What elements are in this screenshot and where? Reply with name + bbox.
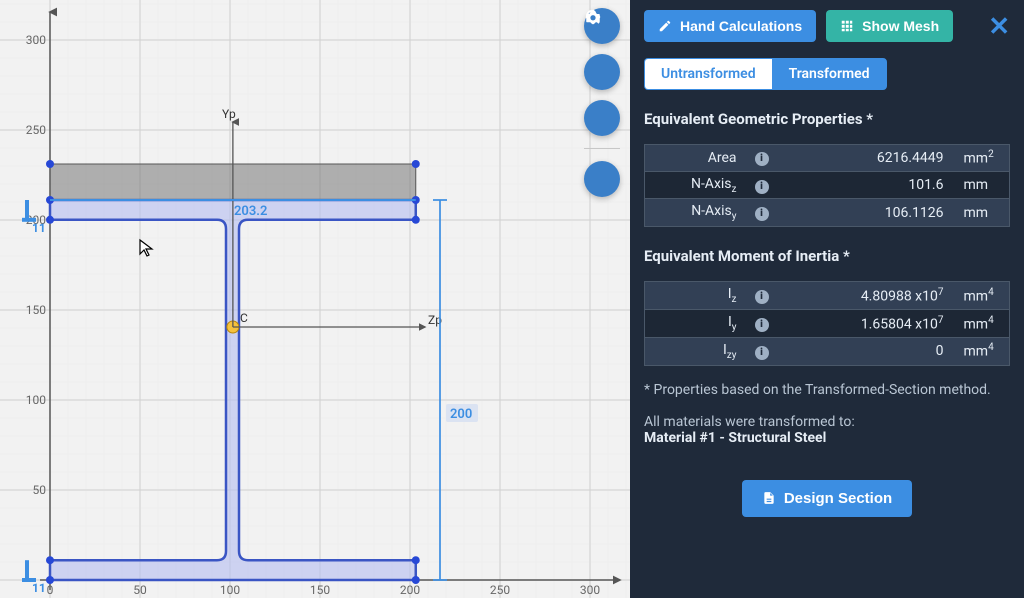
table-row: Izi 4.80988 x107mm4: [645, 282, 1010, 310]
x-tick: 150: [310, 583, 330, 597]
x-tick: 200: [400, 583, 420, 597]
info-icon: i: [755, 290, 769, 304]
material-note-pre: All materials were transformed to:: [644, 414, 855, 430]
properties-panel: ✕ Hand Calculations Show Mesh Untransfor…: [630, 0, 1024, 598]
info-cell[interactable]: i: [745, 145, 779, 172]
prop-value: 0: [779, 337, 954, 365]
design-section-button[interactable]: Design Section: [742, 480, 912, 517]
x-tick: 300: [580, 583, 600, 597]
prop-value: 1.65804 x107: [779, 310, 954, 338]
dim-width-label: 203.2: [234, 204, 267, 219]
y-tick: 100: [26, 393, 46, 407]
x-tick: 50: [133, 583, 147, 597]
table-row: N-Axisy i 106.1126mm: [645, 199, 1010, 227]
prop-label: N-Axisz: [645, 171, 745, 199]
table-row: N-Axisz i 101.6mm: [645, 171, 1010, 199]
prop-value: 101.6: [779, 171, 954, 199]
prop-label: Iy: [645, 310, 745, 338]
show-mesh-button[interactable]: Show Mesh: [826, 10, 953, 42]
inertia-properties-table: Izi4.80988 x107mm4Iyi1.65804 x107mm4Izyi…: [644, 281, 1010, 365]
x-tick: 0: [47, 583, 54, 597]
hand-calculations-button[interactable]: Hand Calculations: [644, 10, 816, 42]
table-row: Iyi 1.65804 x107mm4: [645, 310, 1010, 338]
pan-button[interactable]: [584, 100, 620, 136]
y-tick: 300: [26, 33, 46, 47]
material-note-name: Material #1 - Structural Steel: [644, 430, 826, 446]
section-canvas[interactable]: 0 50 100 150 200 250 300 50 100 150 200 …: [0, 0, 630, 598]
grid-icon: [840, 19, 854, 33]
design-section-label: Design Section: [784, 490, 892, 507]
tab-transformed[interactable]: Transformed: [772, 58, 887, 90]
pencil-icon: [658, 19, 672, 33]
close-button[interactable]: ✕: [988, 14, 1010, 40]
prop-label: N-Axisy: [645, 199, 745, 227]
info-cell[interactable]: i: [745, 337, 779, 365]
flange-label-bot: 11: [32, 581, 46, 595]
toolbar-separator: [584, 148, 620, 149]
svg-text:C: C: [240, 311, 248, 325]
close-icon: ✕: [988, 12, 1010, 42]
prop-unit: mm: [954, 199, 1010, 227]
prop-value: 6216.4449: [779, 145, 954, 172]
x-tick: 250: [490, 583, 510, 597]
prop-unit: mm2: [954, 145, 1010, 172]
table-row: Izyi0mm4: [645, 337, 1010, 365]
axis-label-yp: Yp: [222, 107, 236, 121]
info-icon: i: [755, 318, 769, 332]
y-tick: 250: [26, 123, 46, 137]
flange-label-top: 11: [32, 221, 46, 235]
snapshot-button[interactable]: [584, 161, 620, 197]
section-heading-geom: Equivalent Geometric Properties *: [644, 110, 1010, 128]
info-icon: i: [755, 207, 769, 221]
prop-unit: mm4: [954, 337, 1010, 365]
table-row: Areai 6216.4449mm2: [645, 145, 1010, 172]
tab-untransformed[interactable]: Untransformed: [644, 58, 772, 90]
material-note: All materials were transformed to: Mater…: [644, 414, 1010, 446]
y-tick: 150: [26, 303, 46, 317]
y-tick: 50: [33, 483, 47, 497]
zoom-out-button[interactable]: [584, 54, 620, 90]
info-icon: i: [755, 346, 769, 360]
info-cell[interactable]: i: [745, 171, 779, 199]
prop-label: Area: [645, 145, 745, 172]
info-icon: i: [755, 152, 769, 166]
dim-height-label: 200: [450, 407, 472, 422]
hand-calculations-label: Hand Calculations: [680, 18, 802, 34]
prop-value: 106.1126: [779, 199, 954, 227]
prop-label: Izy: [645, 337, 745, 365]
prop-unit: mm4: [954, 310, 1010, 338]
info-cell[interactable]: i: [745, 282, 779, 310]
plot-svg: 0 50 100 150 200 250 300 50 100 150 200 …: [0, 0, 630, 598]
show-mesh-label: Show Mesh: [862, 18, 939, 34]
prop-value: 4.80988 x107: [779, 282, 954, 310]
info-cell[interactable]: i: [745, 310, 779, 338]
transform-tabs: Untransformed Transformed: [644, 58, 1010, 90]
method-note: * Properties based on the Transformed-Se…: [644, 382, 1010, 398]
info-icon: i: [755, 180, 769, 194]
document-icon: [762, 490, 776, 506]
prop-unit: mm4: [954, 282, 1010, 310]
prop-unit: mm: [954, 171, 1010, 199]
section-heading-inertia: Equivalent Moment of Inertia *: [644, 247, 1010, 265]
x-tick: 100: [220, 583, 240, 597]
geom-properties-table: Areai6216.4449mm2N-Axiszi101.6mmN-Axisyi…: [644, 144, 1010, 227]
prop-label: Iz: [645, 282, 745, 310]
info-cell[interactable]: i: [745, 199, 779, 227]
